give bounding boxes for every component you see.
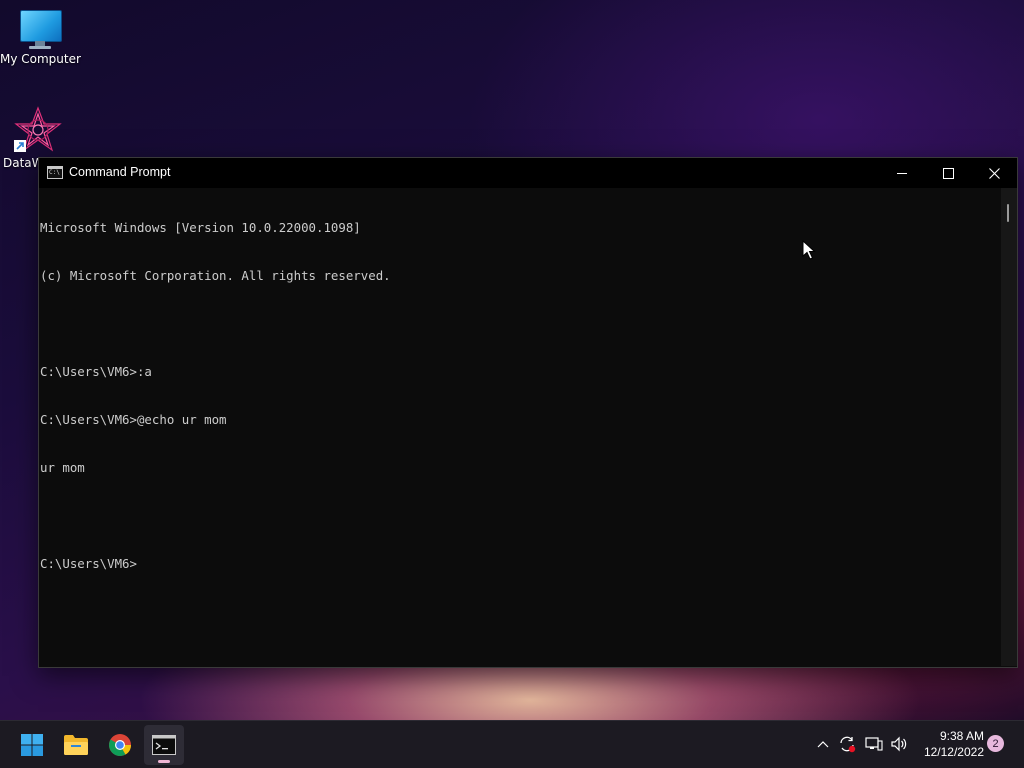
console-line: Microsoft Windows [Version 10.0.22000.10… (40, 220, 361, 235)
sync-status-button[interactable] (836, 733, 858, 755)
volume-icon (891, 736, 907, 752)
console-line: ur mom (40, 460, 85, 475)
volume-button[interactable] (888, 733, 910, 755)
window-title: Command Prompt (69, 165, 171, 179)
desktop-icon-my-computer[interactable]: My Computer (0, 10, 81, 66)
desktop-icon-label: DataW (3, 156, 44, 170)
taskbar-chrome[interactable] (100, 725, 140, 765)
cmd-icon (152, 735, 176, 755)
active-app-indicator (158, 760, 170, 763)
mouse-cursor-icon (802, 240, 816, 260)
vertical-scrollbar[interactable] (1001, 188, 1017, 666)
desktop-icon-datawrapper[interactable]: DataW (0, 106, 62, 170)
minimize-button[interactable] (879, 158, 925, 188)
clock-date[interactable]: 12/12/2022 (918, 745, 984, 759)
computer-icon (18, 10, 62, 50)
desktop-icon-label: My Computer (0, 52, 81, 66)
network-icon (865, 737, 883, 751)
desktop: My Computer DataW C:\ Command Prompt Mic… (0, 0, 1024, 768)
chrome-icon (109, 734, 131, 756)
start-button[interactable] (12, 725, 52, 765)
scrollbar-thumb[interactable] (1007, 204, 1009, 222)
console-prompt-line[interactable]: C:\Users\VM6> (39, 556, 999, 572)
show-hidden-icons-button[interactable] (812, 733, 834, 755)
taskbar-file-explorer[interactable] (56, 725, 96, 765)
clock-time[interactable]: 9:38 AM (918, 729, 984, 743)
network-button[interactable] (863, 733, 885, 755)
taskbar (0, 720, 1024, 768)
console-output[interactable]: Microsoft Windows [Version 10.0.22000.10… (39, 188, 999, 666)
sync-icon (840, 736, 856, 753)
maximize-icon (942, 167, 954, 179)
command-prompt-window[interactable]: C:\ Command Prompt Microsoft Windows [Ve… (38, 157, 1018, 668)
minimize-icon (897, 172, 907, 174)
close-button[interactable] (971, 158, 1017, 188)
datawrapper-icon (14, 106, 62, 152)
close-icon (988, 167, 1000, 179)
taskbar-command-prompt[interactable] (144, 725, 184, 765)
window-titlebar[interactable]: C:\ Command Prompt (39, 158, 1017, 188)
console-line: (c) Microsoft Corporation. All rights re… (40, 268, 391, 283)
chevron-up-icon (817, 741, 829, 748)
folder-icon (64, 735, 88, 755)
console-line: C:\Users\VM6>:a (40, 364, 152, 379)
console-line: C:\Users\VM6>@echo ur mom (40, 412, 227, 427)
notification-badge[interactable]: 2 (987, 735, 1004, 752)
windows-start-icon (21, 734, 43, 756)
cmd-icon: C:\ (47, 166, 63, 179)
maximize-button[interactable] (925, 158, 971, 188)
